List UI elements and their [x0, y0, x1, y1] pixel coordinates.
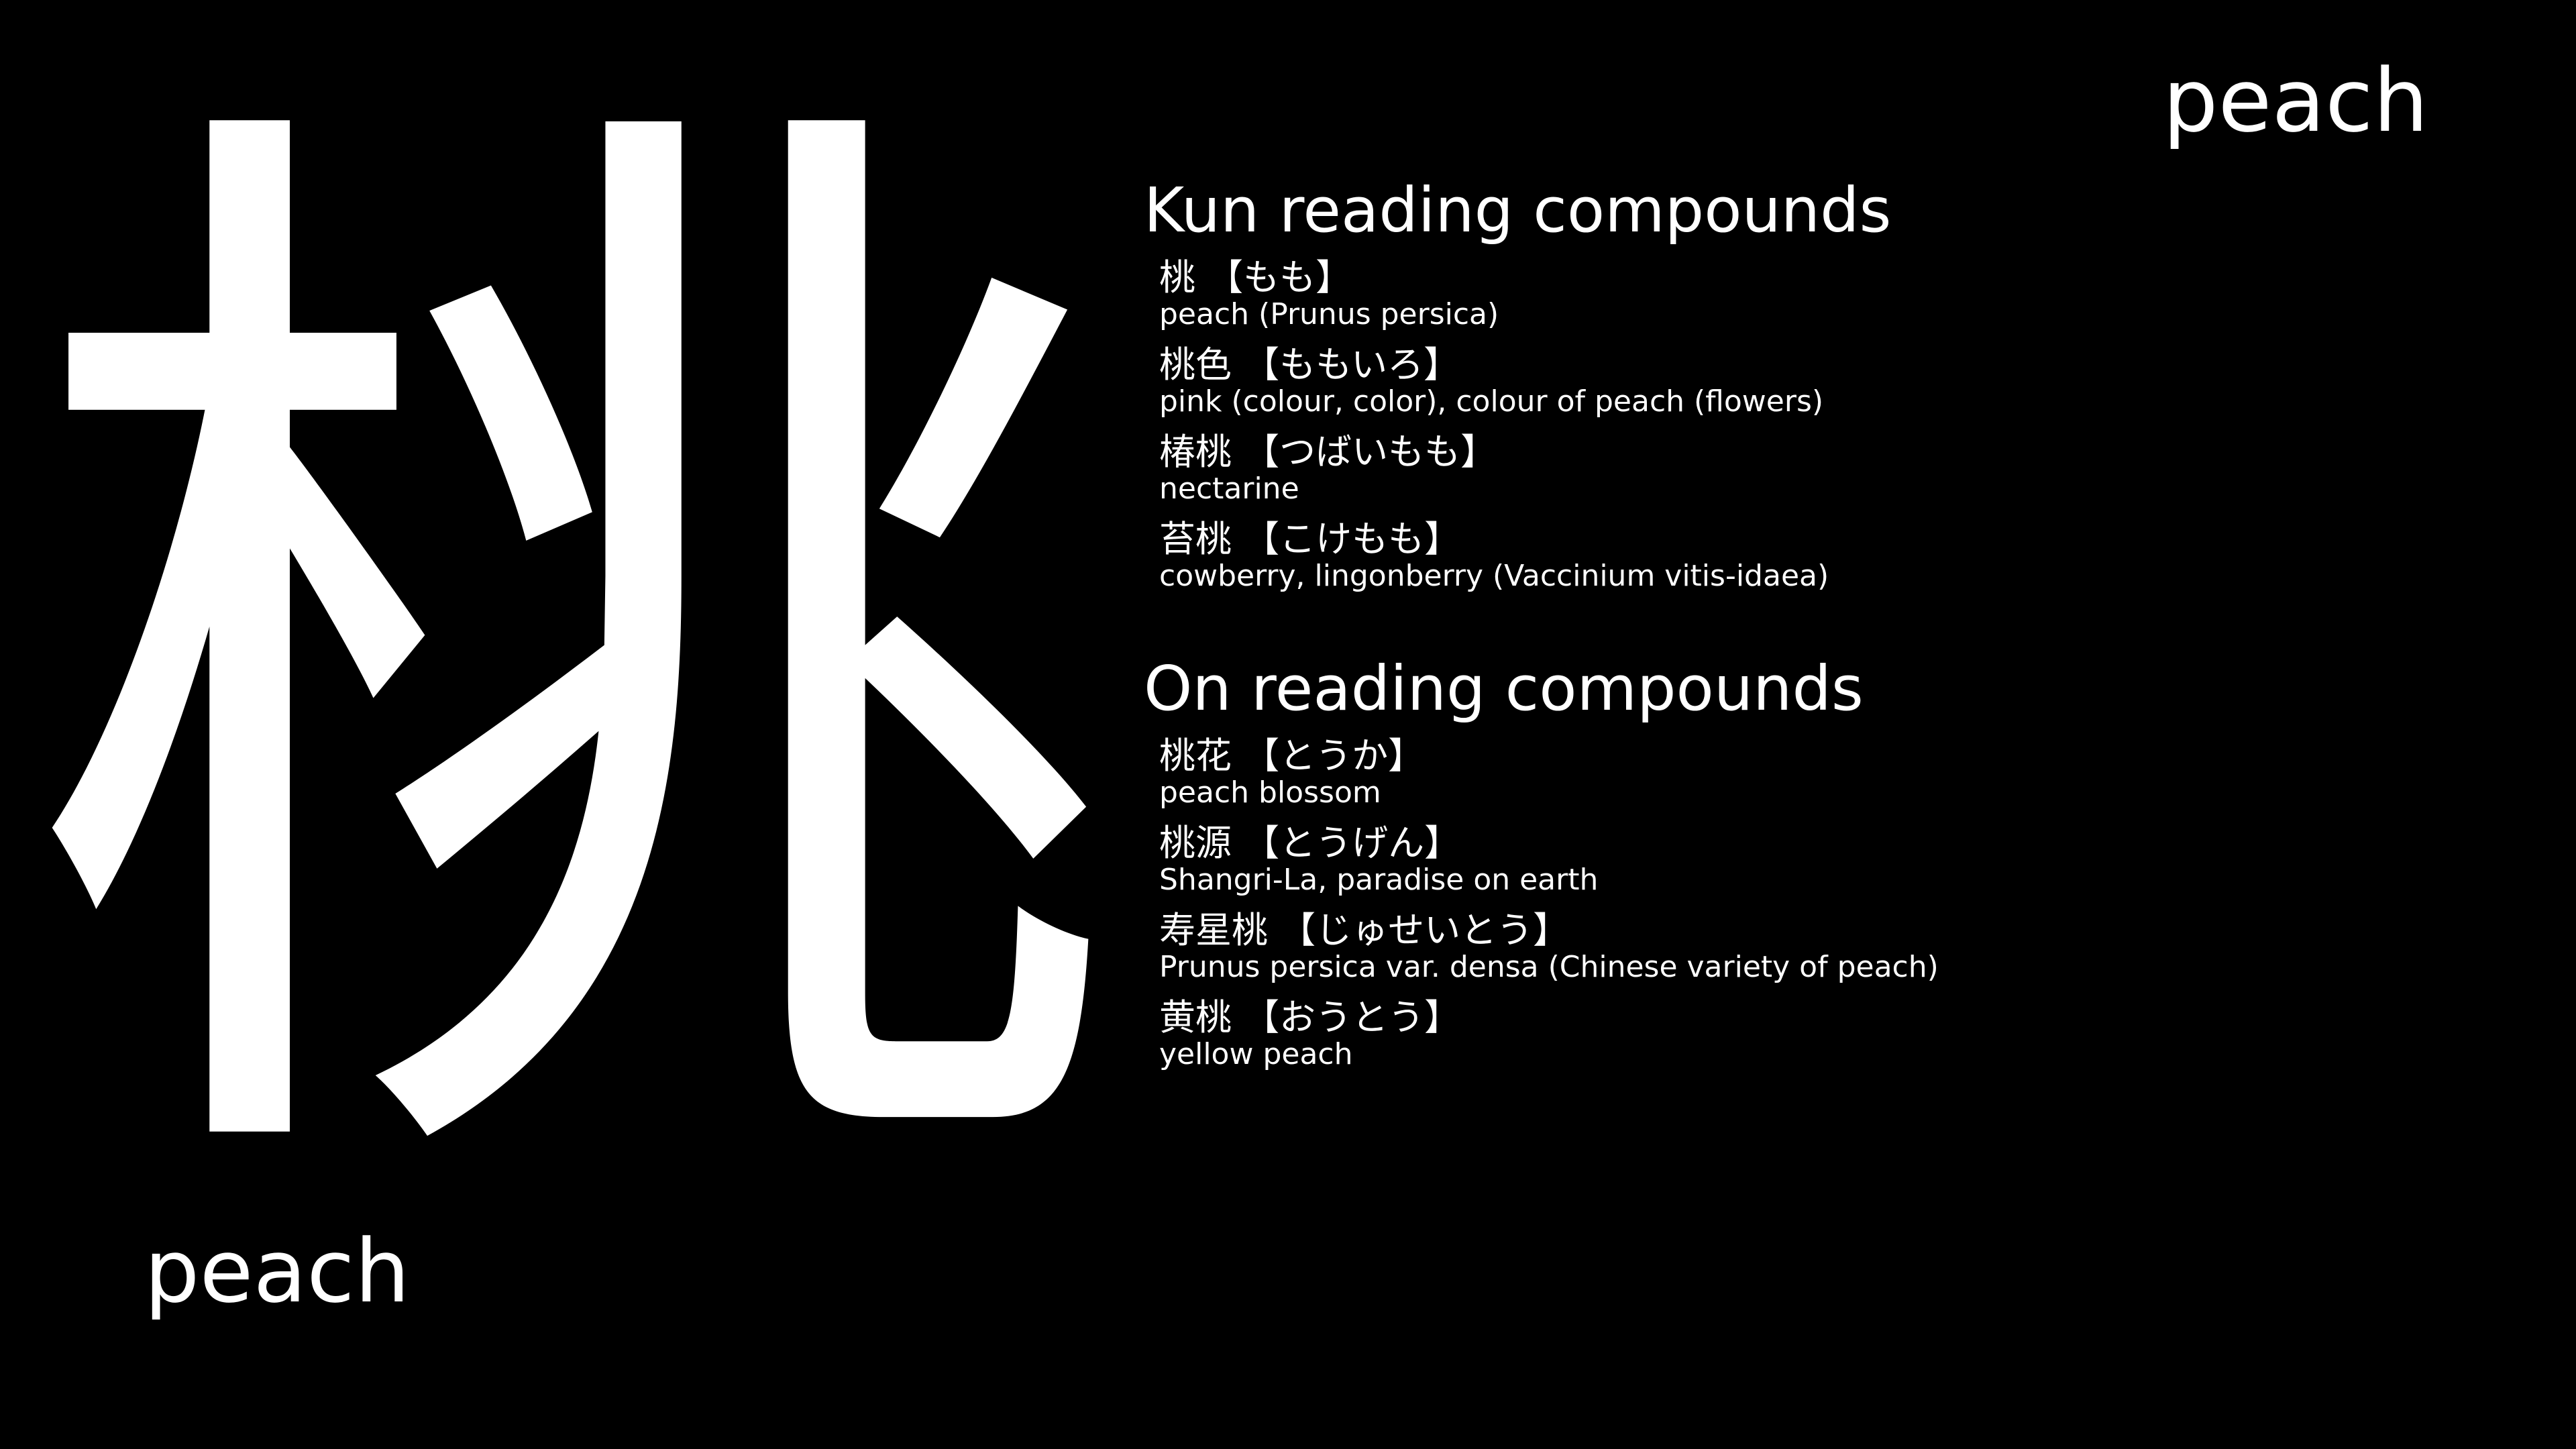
compound-definition: pink (colour, color), colour of peach (f… [1159, 384, 1824, 419]
compound-entry: 黄桃 【おうとう】 yellow peach [1159, 997, 1939, 1071]
compound-entry: 桃源 【とうげん】 Shangri-La, paradise on earth [1159, 822, 1939, 896]
kanji-meaning: peach [144, 1220, 411, 1322]
compound-word: 黄桃 【おうとう】 [1159, 996, 1461, 1038]
compound-entry: 桃花 【とうか】 peach blossom [1159, 735, 1939, 809]
on-section-title: On reading compounds [1144, 653, 1864, 724]
compound-entry: 苔桃 【こけもも】 cowberry, lingonberry (Vaccini… [1159, 519, 1891, 592]
compound-definition: peach (Prunus persica) [1159, 297, 1499, 331]
compound-word: 桃花 【とうか】 [1159, 735, 1425, 777]
kun-reading-section: Kun reading compounds 桃 【もも】 peach (Prun… [1144, 171, 1891, 606]
header-meaning: peach [2162, 50, 2428, 152]
compound-definition: Shangri-La, paradise on earth [1159, 863, 1599, 897]
compound-entry: 桃 【もも】 peach (Prunus persica) [1159, 257, 1891, 331]
compound-entry: 椿桃 【つばいもも】 nectarine [1159, 431, 1891, 505]
compound-word: 椿桃 【つばいもも】 [1159, 431, 1497, 473]
compound-definition: nectarine [1159, 472, 1299, 506]
compound-word: 苔桃 【こけもも】 [1159, 518, 1461, 560]
compound-definition: cowberry, lingonberry (Vaccinium vitis-i… [1159, 559, 1829, 593]
compound-word: 桃 【もも】 [1159, 256, 1352, 299]
compound-word: 桃源 【とうげん】 [1159, 822, 1461, 864]
compound-word: 寿星桃 【じゅせいとう】 [1159, 909, 1570, 951]
on-reading-section: On reading compounds 桃花 【とうか】 peach blos… [1144, 649, 1939, 1084]
kanji-character: 桃 [20, 23, 1120, 1304]
compound-entry: 寿星桃 【じゅせいとう】 Prunus persica var. densa (… [1159, 910, 1939, 983]
compound-definition: Prunus persica var. densa (Chinese varie… [1159, 950, 1939, 984]
compound-word: 桃色 【ももいろ】 [1159, 343, 1460, 386]
compound-entry: 桃色 【ももいろ】 pink (colour, color), colour o… [1159, 344, 1891, 418]
compound-definition: peach blossom [1159, 775, 1381, 810]
kun-section-title: Kun reading compounds [1144, 174, 1892, 246]
compound-definition: yellow peach [1159, 1037, 1353, 1071]
